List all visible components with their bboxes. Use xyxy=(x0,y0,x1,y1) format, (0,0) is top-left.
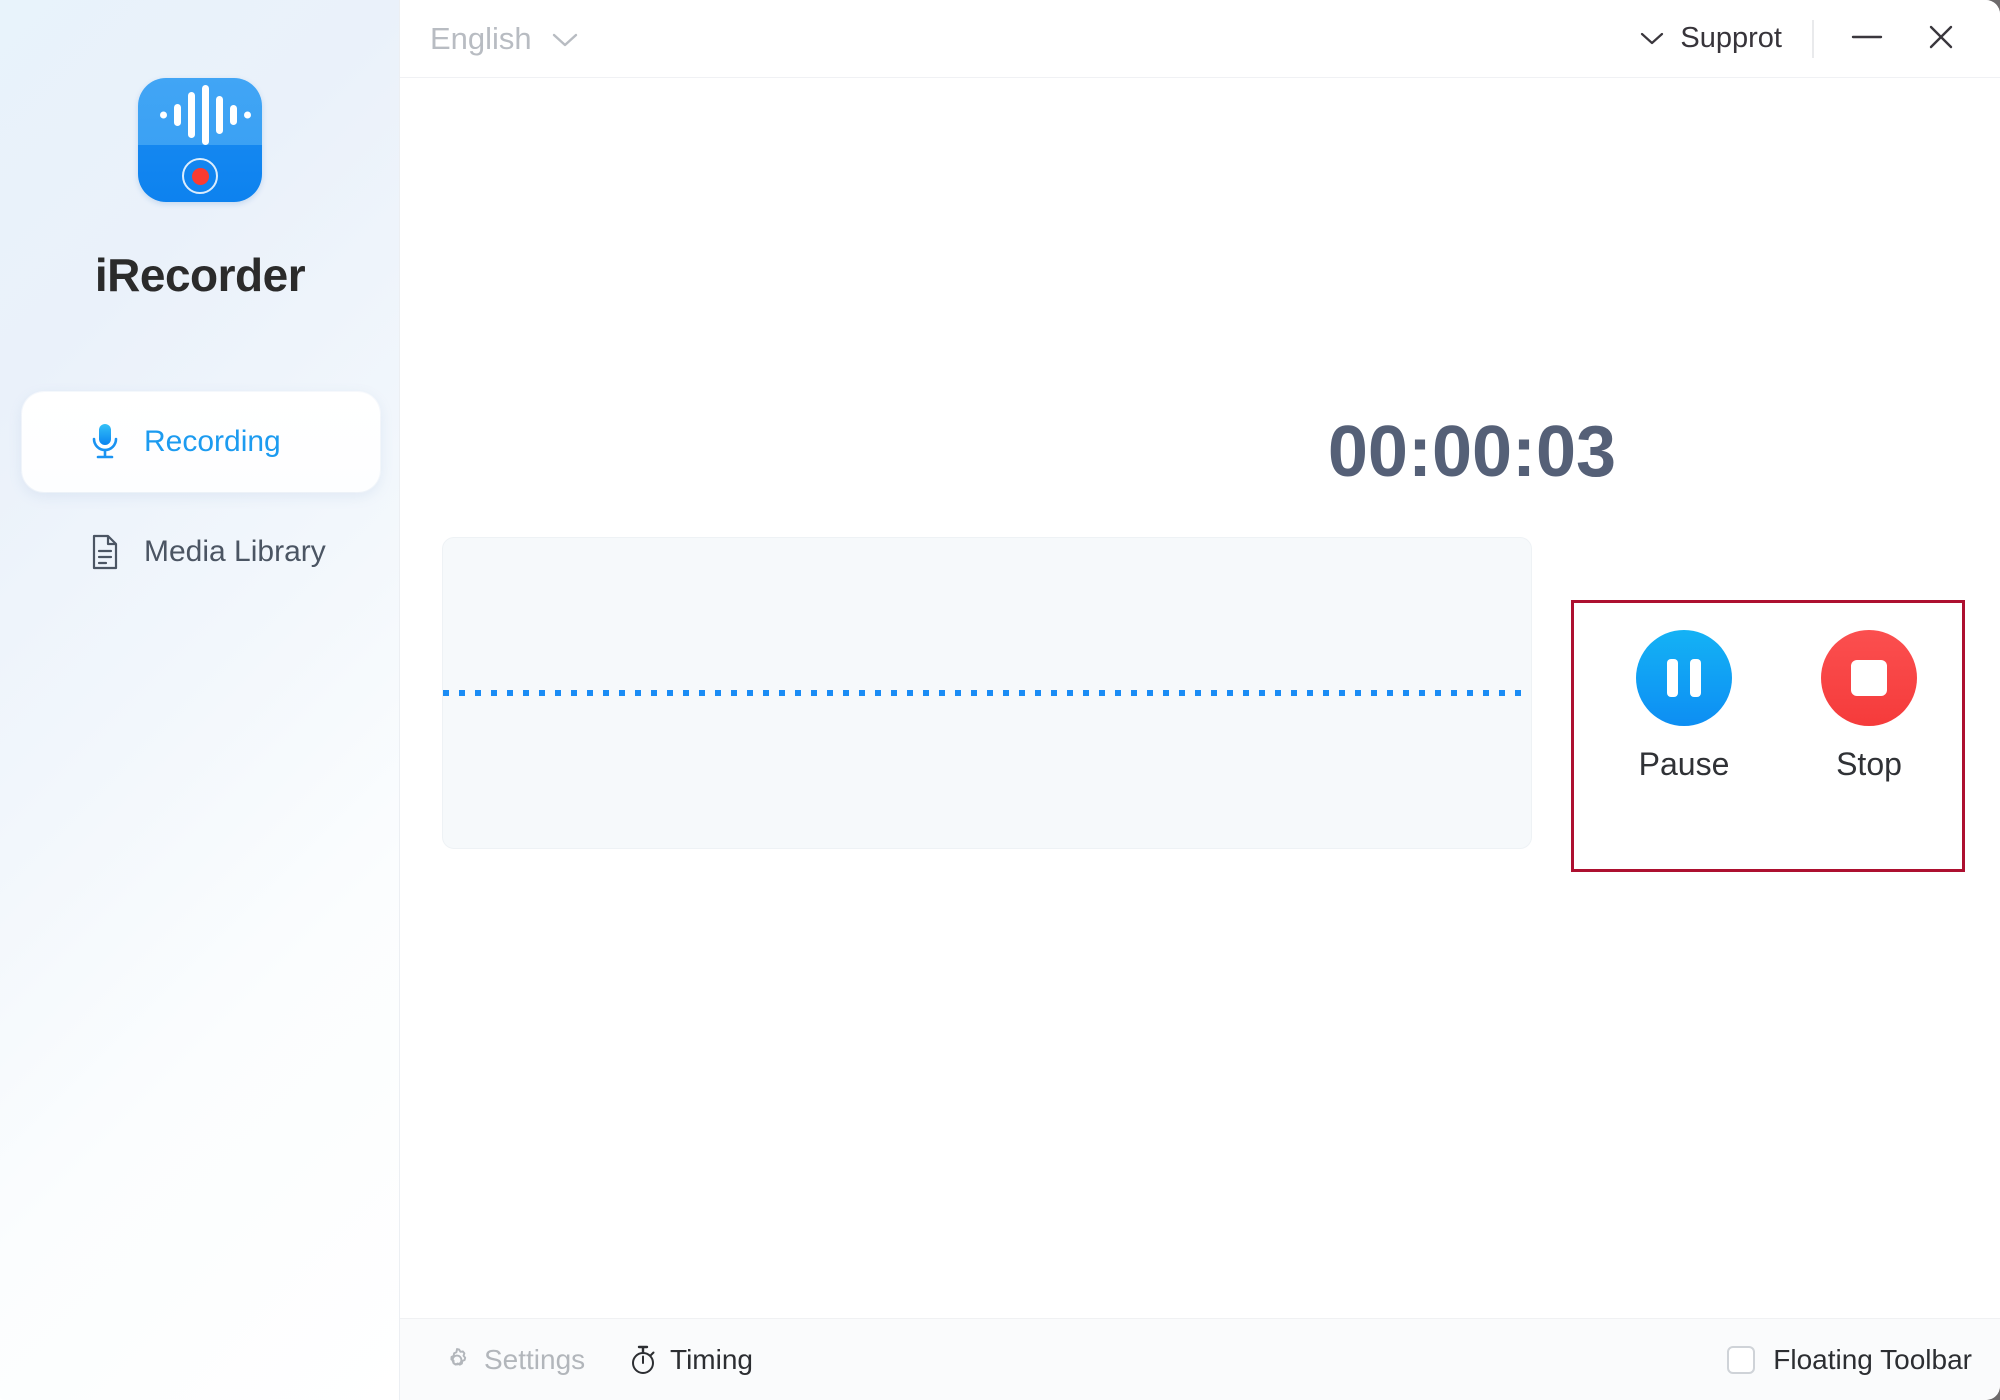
pause-icon xyxy=(1636,630,1732,726)
support-menu[interactable]: Supprot xyxy=(1638,13,1782,63)
minimize-icon xyxy=(1850,29,1884,50)
gear-icon xyxy=(442,1345,472,1375)
support-label: Supprot xyxy=(1680,21,1782,54)
main-content: 00:00:03 Pause Stop xyxy=(400,78,2000,1318)
stop-button[interactable]: Stop xyxy=(1794,630,1944,783)
stopwatch-icon xyxy=(628,1344,658,1376)
sidebar-item-label: Recording xyxy=(144,425,281,458)
recording-timer: 00:00:03 xyxy=(1327,412,1617,492)
settings-label: Settings xyxy=(484,1344,586,1375)
minimize-button[interactable] xyxy=(1836,8,1898,70)
chevron-down-icon xyxy=(550,21,580,57)
language-label: English xyxy=(430,21,532,56)
stop-button-label: Stop xyxy=(1836,746,1902,782)
app-logo-icon xyxy=(138,78,262,202)
close-icon xyxy=(1926,22,1956,57)
page-title: iRecorder xyxy=(94,249,306,301)
waveform-display xyxy=(442,537,1532,849)
sidebar-item-recording[interactable]: Recording xyxy=(22,392,380,492)
pause-button-label: Pause xyxy=(1638,746,1730,782)
chevron-down-icon xyxy=(1638,22,1666,55)
close-button[interactable] xyxy=(1910,8,1972,70)
titlebar: English Supprot xyxy=(400,0,2000,78)
document-icon xyxy=(90,534,132,570)
stop-icon xyxy=(1821,630,1917,726)
waveform-baseline xyxy=(443,690,1531,696)
sidebar-item-label: Media Library xyxy=(144,535,326,568)
settings-button[interactable]: Settings xyxy=(442,1335,585,1385)
sidebar: iRecorder Recording Media Library xyxy=(0,0,400,1400)
timing-label: Timing xyxy=(670,1344,753,1375)
timing-button[interactable]: Timing xyxy=(628,1335,753,1385)
pause-button[interactable]: Pause xyxy=(1609,630,1759,783)
floating-toolbar-checkbox[interactable] xyxy=(1727,1346,1756,1374)
language-selector[interactable]: English xyxy=(430,14,580,64)
footer-bar: Settings Timing Floating Toolbar xyxy=(400,1318,2000,1400)
floating-toolbar-label: Floating Toolbar xyxy=(1773,1344,1972,1375)
microphone-icon xyxy=(90,422,132,462)
app-window: iRecorder Recording Media Library Englis… xyxy=(0,0,2000,1400)
titlebar-divider xyxy=(1812,20,1814,58)
floating-toolbar-toggle[interactable]: Floating Toolbar xyxy=(1727,1335,1972,1385)
sidebar-item-media-library[interactable]: Media Library xyxy=(22,512,380,592)
